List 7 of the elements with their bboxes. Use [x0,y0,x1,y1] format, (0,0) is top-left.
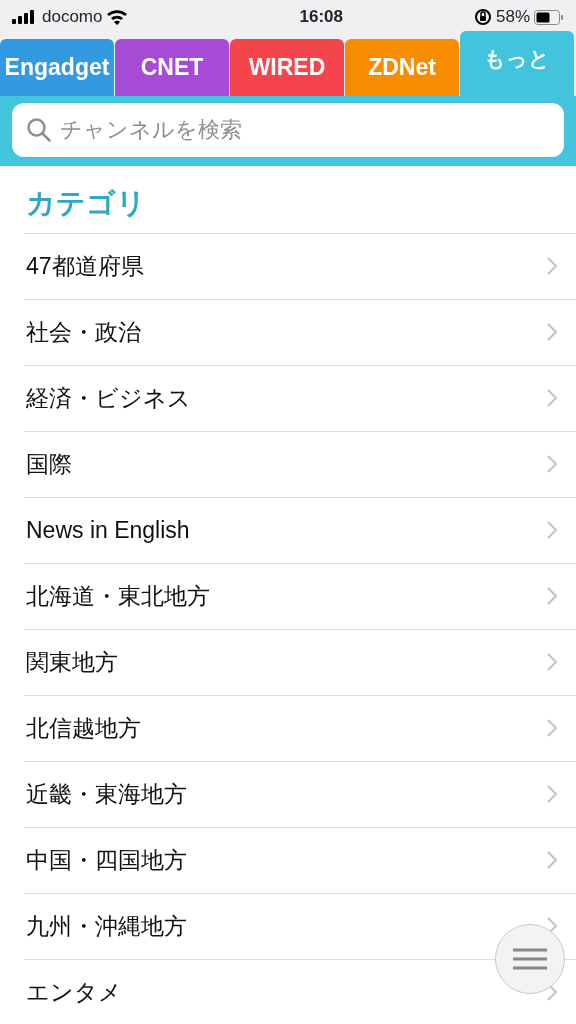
search-field[interactable]: チャンネルを検索 [12,103,564,157]
battery-percent: 58% [495,6,530,29]
clock-time: 16:08 [299,6,343,29]
carrier-name: docomo [42,6,103,29]
channel-tab[interactable]: WIRED [230,39,344,96]
section-title: カテゴリ [25,186,147,221]
channel-tab[interactable]: CNET [115,39,229,96]
